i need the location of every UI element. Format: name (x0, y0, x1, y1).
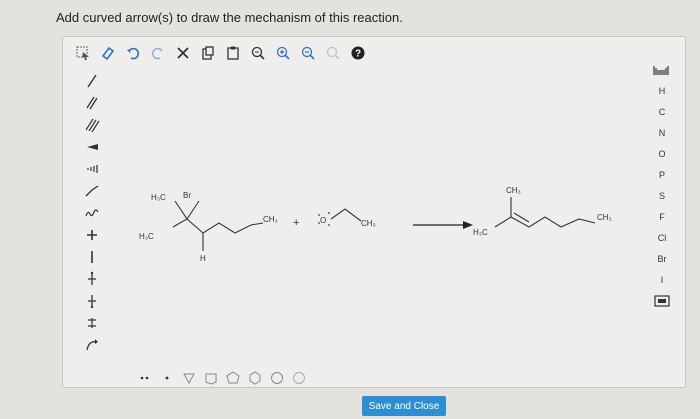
atom-base-ch3: CH₃ (361, 219, 376, 228)
base-molecule: O CH₃ (318, 208, 376, 228)
triangle-ring-icon[interactable] (181, 370, 197, 386)
product-atom-ch3-top: CH₃ (506, 186, 521, 195)
atom-h3c-top: H₃C (151, 193, 166, 202)
question-prompt: Add curved arrow(s) to draw the mechanis… (56, 10, 403, 25)
square-ring-icon[interactable] (203, 370, 219, 386)
pentagon-ring-icon[interactable] (225, 370, 241, 386)
shape-toolbar (137, 367, 307, 389)
reactant-molecule: H₃C Br H₃C H CH₃ (139, 191, 278, 263)
atom-br: Br (183, 191, 191, 200)
product-atom-ch3-right: CH₃ (597, 213, 612, 222)
atom-h: H (200, 254, 206, 263)
product-molecule: CH₃ H₃C CH₃ (473, 186, 612, 237)
single-dot-icon[interactable] (159, 370, 175, 386)
product-atom-h3c-left: H₃C (473, 228, 488, 237)
octagon-ring-icon[interactable] (291, 370, 307, 386)
save-and-close-button[interactable]: Save and Close (362, 396, 446, 416)
heptagon-ring-icon[interactable] (269, 370, 285, 386)
hexagon-ring-icon[interactable] (247, 370, 263, 386)
reaction-arrow (413, 221, 473, 229)
plus-sign: + (293, 217, 299, 229)
atom-h3c-left: H₃C (139, 232, 154, 241)
reaction-canvas[interactable]: H₃C Br H₃C H CH₃ + O CH₃ CH₃ H₃C CH₃ (63, 37, 685, 387)
atom-ch3-right: CH₃ (263, 215, 278, 224)
drawing-editor[interactable]: ? H C N O P S F Cl Br I H₃C Br H₃C H CH₃… (62, 36, 686, 388)
atom-o: O (320, 216, 326, 225)
dot-icon[interactable] (137, 370, 153, 386)
